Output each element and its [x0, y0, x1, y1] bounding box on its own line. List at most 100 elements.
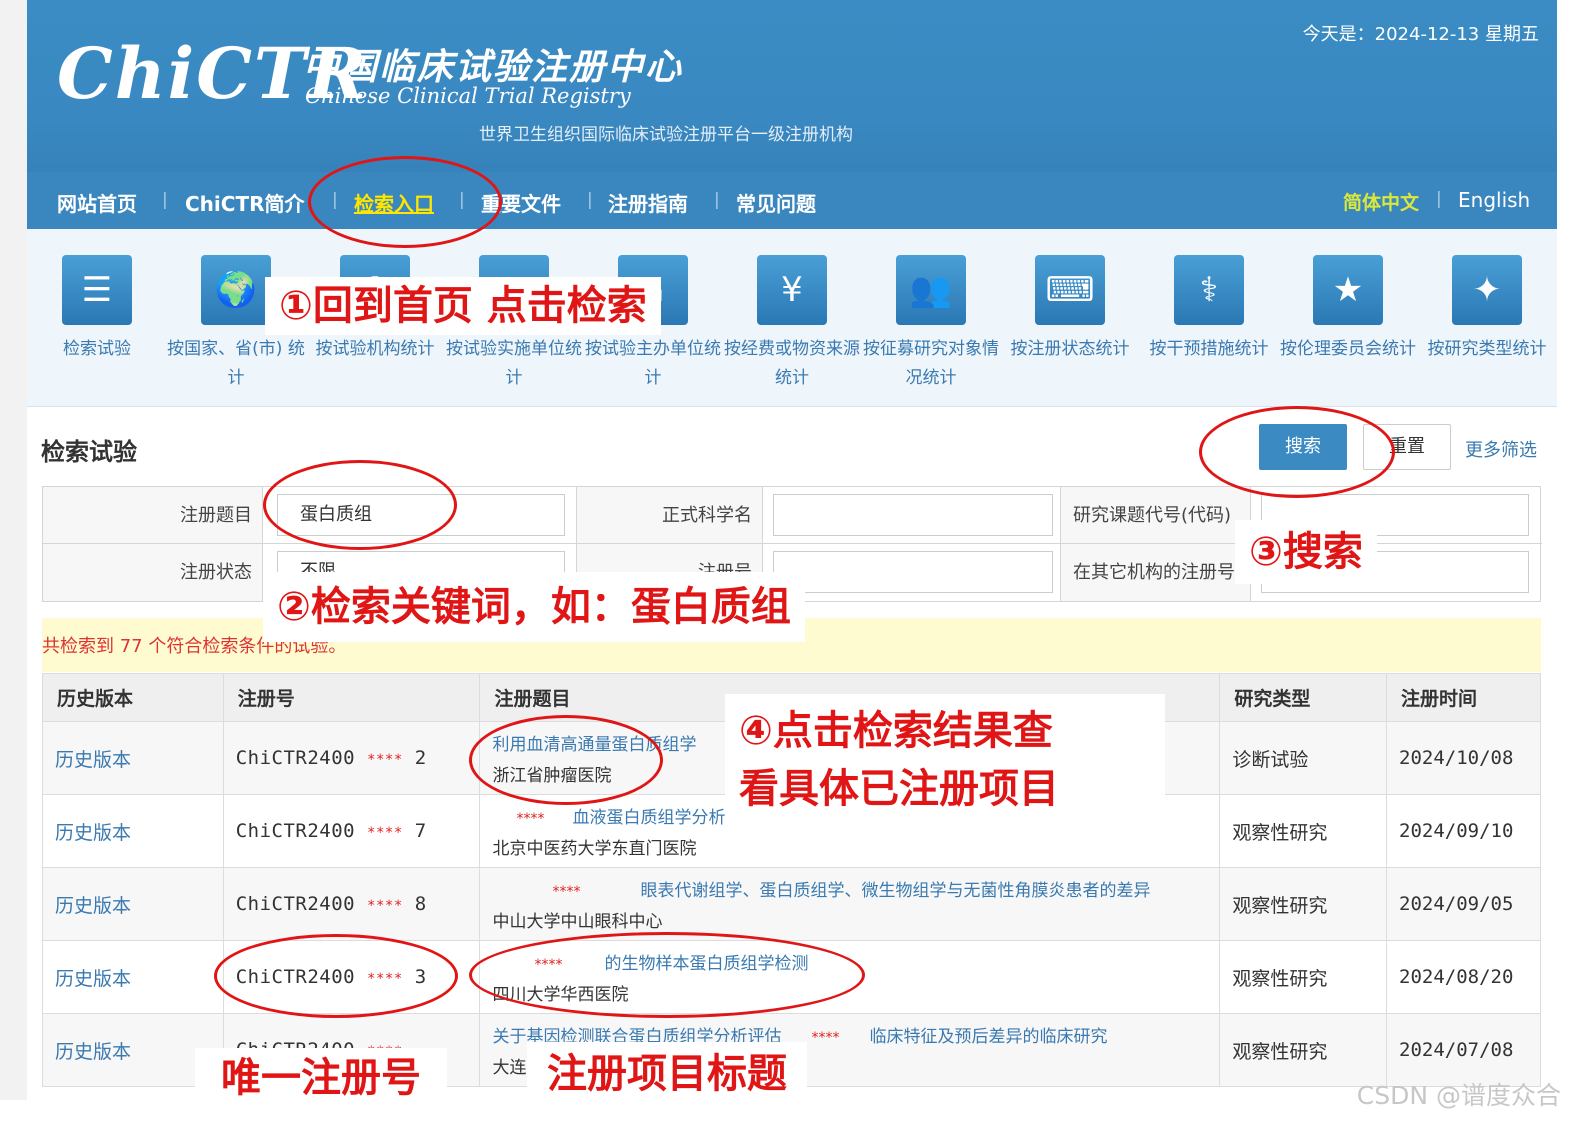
annotation-step4-line2: 看具体已注册项目	[739, 766, 1059, 812]
site-name-en: Chinese Clinical Trial Registry	[305, 84, 631, 108]
stat-label: 按注册状态统计	[1010, 339, 1130, 359]
reg-number: ChiCTR2400 **** 2	[222, 721, 481, 795]
nav-faq[interactable]: 常见问题	[736, 188, 816, 217]
list-icon: ☰	[62, 255, 132, 325]
reg-date: 2024/08/20	[1386, 940, 1541, 1014]
site-header: ChiCTR 中国临床试验注册中心 Chinese Clinical Trial…	[27, 0, 1557, 172]
stat-by-ethics[interactable]: ★ 按伦理委员会统计	[1278, 255, 1418, 364]
annotation-step4-line1: ④点击检索结果查	[739, 708, 1053, 754]
col-history: 历史版本	[42, 673, 224, 722]
project-code-label: 研究课题代号(代码)	[1061, 487, 1251, 544]
status-label: 注册状态	[43, 544, 263, 601]
stat-label: 按国家、省(市) 统计	[167, 339, 305, 388]
history-link[interactable]: 历史版本	[55, 895, 131, 917]
reg-suffix: 7	[414, 820, 427, 842]
title-text: 眼表代谢组学、蛋白质组学、微生物组学与无菌性角膜炎患者的差异	[640, 881, 1151, 901]
main-nav: 网站首页 | ChiCTR简介 | 检索入口 | 重要文件 | 注册指南 | 常…	[27, 172, 1557, 229]
annotation-ring-search	[1199, 406, 1395, 498]
sparkle-icon: ✦	[1452, 255, 1522, 325]
history-link[interactable]: 历史版本	[55, 968, 131, 990]
reg-mask: ****	[367, 825, 403, 841]
col-reg-no: 注册号	[222, 673, 481, 722]
annotation-step2: ②检索关键词，如：蛋白质组	[263, 572, 805, 642]
study-type: 观察性研究	[1219, 794, 1388, 868]
table-row: 历史版本 ChiCTR2400 **** 8 **** 眼表代谢组学、蛋白质组学、…	[42, 867, 1541, 941]
annotation-ring-title	[469, 932, 865, 1018]
funding-icon: ¥	[757, 255, 827, 325]
stat-by-status[interactable]: ⌨ 按注册状态统计	[1000, 255, 1140, 364]
reg-prefix: ChiCTR2400	[235, 893, 356, 915]
trial-institution: 北京中医药大学东直门医院	[492, 839, 697, 859]
stat-label: 按干预措施统计	[1149, 339, 1269, 359]
annotation-regno-label: 唯一注册号	[195, 1048, 447, 1100]
reg-mask: ****	[367, 752, 403, 768]
nav-home[interactable]: 网站首页	[57, 188, 137, 217]
sci-name-label: 正式科学名	[577, 487, 763, 544]
stat-by-study-type[interactable]: ✦ 按研究类型统计	[1417, 255, 1557, 364]
title-mask: ****	[552, 884, 581, 900]
search-title: 检索试验	[41, 438, 137, 466]
other-reg-label: 在其它机构的注册号	[1061, 544, 1251, 601]
lang-english[interactable]: English	[1458, 188, 1530, 212]
reg-date: 2024/09/10	[1386, 794, 1541, 868]
sci-name-cell	[763, 487, 1061, 544]
study-type: 诊断试验	[1219, 721, 1388, 795]
title-text: 血液蛋白质组学分析	[572, 808, 726, 828]
annotation-step1: ①回到首页 点击检索	[265, 277, 661, 335]
nav-separator: |	[587, 190, 593, 210]
statistics-bar: ☰ 检索试验 🌍 按国家、省(市) 统计 ✚ 按试验机构统计 ▦ 按试验实施单位…	[27, 229, 1557, 407]
nav-guide[interactable]: 注册指南	[608, 188, 688, 217]
annotation-title-label: 注册项目标题	[527, 1042, 807, 1100]
title-mask: ****	[516, 811, 545, 827]
reg-suffix: 8	[414, 893, 427, 915]
nav-separator: |	[714, 190, 720, 210]
trial-institution: 中山大学中山眼科中心	[492, 912, 663, 932]
reg-date: 2024/09/05	[1386, 867, 1541, 941]
stat-label: 按试验实施单位统计	[446, 339, 582, 388]
site-subtitle: 世界卫生组织国际临床试验注册平台一级注册机构	[479, 125, 853, 145]
world-map-icon: 🌍	[201, 255, 271, 325]
col-reg-date: 注册时间	[1386, 673, 1541, 722]
stat-label: 按征募研究对象情况统计	[863, 339, 999, 388]
csdn-watermark: CSDN @谱度众合	[1356, 1081, 1561, 1110]
history-link[interactable]: 历史版本	[55, 822, 131, 844]
stat-search-trials[interactable]: ☰ 检索试验	[27, 255, 167, 364]
stat-label: 按经费或物资来源统计	[724, 339, 860, 388]
reg-mask: ****	[367, 898, 403, 914]
page-gutter	[0, 0, 27, 1100]
stat-label: 按伦理委员会统计	[1280, 339, 1416, 359]
keyboard-mouse-icon: ⌨	[1035, 255, 1105, 325]
reg-no-cell	[763, 544, 1061, 601]
doctor-icon: ⚕	[1174, 255, 1244, 325]
chictr-page: ChiCTR 中国临床试验注册中心 Chinese Clinical Trial…	[27, 0, 1557, 1100]
annotation-step3: ③搜索	[1235, 520, 1377, 584]
stat-label: 按研究类型统计	[1427, 339, 1547, 359]
more-filters-link[interactable]: 更多筛选	[1465, 436, 1537, 462]
reg-prefix: ChiCTR2400	[235, 820, 356, 842]
study-type: 观察性研究	[1219, 867, 1388, 941]
annotation-ring-keyword	[263, 460, 457, 550]
stat-label: 按试验主办单位统计	[585, 339, 721, 388]
stat-by-intervention[interactable]: ⚕ 按干预措施统计	[1139, 255, 1279, 364]
title-mask: ****	[811, 1030, 840, 1046]
reg-prefix: ChiCTR2400	[235, 747, 356, 769]
annotation-ring-regno	[214, 934, 458, 1018]
study-type: 观察性研究	[1219, 940, 1388, 1014]
title-tail: 临床特征及预后差异的临床研究	[869, 1027, 1108, 1047]
trial-title-link[interactable]: **** 眼表代谢组学、蛋白质组学、微生物组学与无菌性角膜炎患者的差异	[492, 876, 1219, 901]
history-link[interactable]: 历史版本	[55, 749, 131, 771]
trial-title-cell: **** 眼表代谢组学、蛋白质组学、微生物组学与无菌性角膜炎患者的差异 中山大学中…	[479, 867, 1221, 941]
nav-separator: |	[1436, 189, 1442, 209]
reg-no-input[interactable]	[773, 551, 1053, 593]
annotation-ring-result	[469, 715, 663, 805]
stat-by-funding[interactable]: ¥ 按经费或物资来源统计	[722, 255, 862, 393]
lang-chinese[interactable]: 简体中文	[1343, 188, 1419, 215]
reg-suffix: 2	[414, 747, 427, 769]
stat-label: 检索试验	[63, 339, 131, 359]
reg-number: ChiCTR2400 **** 7	[222, 794, 481, 868]
sci-name-input[interactable]	[773, 494, 1053, 536]
history-link[interactable]: 历史版本	[55, 1041, 131, 1063]
reg-title-label: 注册题目	[43, 487, 263, 544]
stat-by-recruitment[interactable]: 👥 按征募研究对象情况统计	[861, 255, 1001, 393]
nav-about[interactable]: ChiCTR简介	[185, 188, 305, 217]
